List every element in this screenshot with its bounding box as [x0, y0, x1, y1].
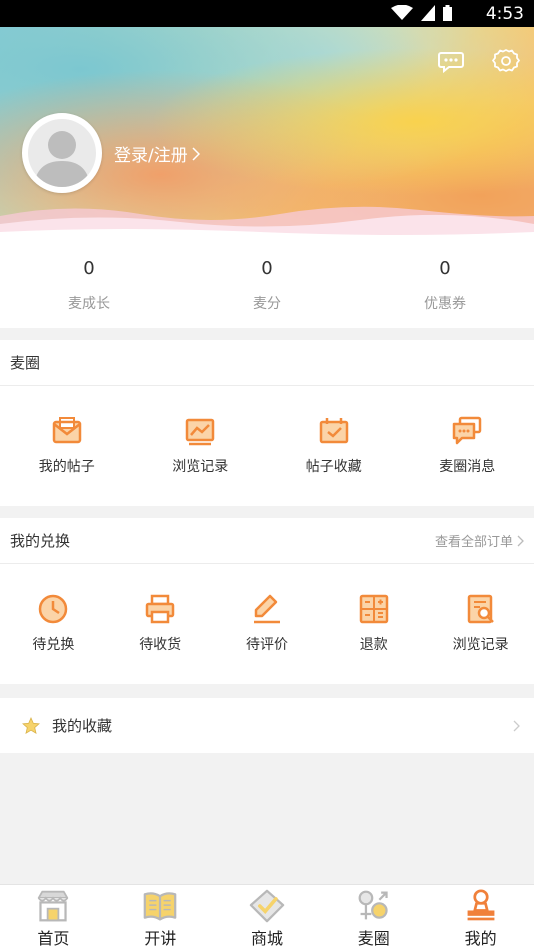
login-register-link[interactable]: 登录/注册	[114, 141, 200, 166]
gear-icon[interactable]	[492, 47, 520, 75]
stat-label: 麦成长	[68, 296, 110, 312]
maiquan-header: 麦圈	[0, 340, 534, 386]
calculator-icon	[359, 594, 389, 624]
chevron-right-icon	[517, 535, 524, 546]
tab-home[interactable]: 首页	[0, 885, 107, 949]
tab-mine[interactable]: 我的	[427, 885, 534, 949]
pending-receipt-button[interactable]: 待收货	[107, 592, 214, 654]
battery-icon	[443, 5, 452, 21]
avatar[interactable]	[22, 113, 102, 193]
grid-item-label: 帖子收藏	[305, 459, 362, 475]
post-favorites-button[interactable]: 帖子收藏	[267, 414, 401, 476]
tab-label: 商城	[250, 929, 283, 948]
pending-exchange-button[interactable]: 待兑换	[0, 592, 107, 654]
maiquan-messages-button[interactable]: 麦圈消息	[401, 414, 534, 476]
browse-history-icon	[186, 418, 215, 446]
favorites-label: 我的收藏	[52, 717, 113, 735]
view-all-orders-label: 查看全部订单	[434, 535, 513, 550]
grid-item-label: 待收货	[139, 637, 182, 653]
bottom-tab-bar: 首页 开讲 商城 麦圈 我的	[0, 884, 534, 949]
grid-item-label: 麦圈消息	[439, 459, 496, 475]
status-bar: 4:53	[0, 0, 534, 27]
book-icon	[143, 892, 177, 921]
stat-value: 0	[261, 258, 273, 279]
tab-label: 麦圈	[357, 929, 390, 948]
message-icon	[453, 416, 482, 445]
my-favorites-row[interactable]: 我的收藏	[0, 698, 534, 753]
clock-icon	[39, 594, 68, 624]
star-icon	[22, 716, 40, 734]
stat-label: 麦分	[253, 296, 281, 312]
clock-time: 4:53	[485, 4, 524, 24]
search-doc-icon	[467, 594, 494, 624]
my-posts-button[interactable]: 我的帖子	[0, 414, 134, 476]
chevron-right-icon	[513, 720, 520, 731]
stat-value: 0	[439, 258, 451, 279]
header-wave	[0, 206, 534, 238]
section-title: 我的兑换	[10, 532, 71, 550]
maiquan-section: 麦圈 我的帖子 浏览记录 帖子收藏 麦圈消息	[0, 340, 534, 506]
stat-label: 优惠券	[424, 296, 466, 312]
stat-value: 0	[83, 258, 95, 279]
exchange-header: 我的兑换 查看全部订单	[0, 518, 534, 564]
refund-button[interactable]: 退款	[320, 592, 427, 654]
stat-points[interactable]: 0 麦分	[178, 238, 356, 328]
exchange-browse-history-button[interactable]: 浏览记录	[427, 592, 534, 654]
post-favorite-icon	[319, 418, 348, 444]
profile-header: 登录/注册	[0, 27, 534, 238]
pending-review-button[interactable]: 待评价	[214, 592, 321, 654]
grid-item-label: 待评价	[245, 637, 288, 653]
grid-item-label: 浏览记录	[452, 637, 509, 653]
grid-item-label: 退款	[359, 637, 388, 653]
tab-label: 开讲	[144, 929, 177, 948]
post-icon	[52, 417, 81, 444]
grid-item-label: 待兑换	[32, 637, 75, 653]
grid-item-label: 浏览记录	[172, 459, 229, 475]
view-all-orders-link[interactable]: 查看全部订单	[435, 531, 524, 550]
wifi-icon	[391, 5, 413, 20]
browse-history-button[interactable]: 浏览记录	[134, 414, 268, 476]
tag-icon	[249, 889, 285, 923]
chat-icon[interactable]	[437, 47, 465, 75]
signal-icon	[421, 5, 435, 21]
tab-label: 我的	[464, 929, 497, 948]
default-avatar-icon	[34, 131, 90, 187]
login-label: 登录/注册	[114, 146, 188, 166]
stat-coupons[interactable]: 0 优惠券	[356, 238, 534, 328]
chevron-right-icon	[192, 146, 200, 161]
stat-growth[interactable]: 0 麦成长	[0, 238, 178, 328]
exchange-section: 我的兑换 查看全部订单 待兑换 待收货 待评价 退款 浏览记录	[0, 518, 534, 684]
printer-icon	[145, 594, 175, 624]
tab-label: 首页	[37, 929, 70, 948]
tab-maiquan[interactable]: 麦圈	[320, 885, 427, 949]
stamp-icon	[467, 889, 494, 921]
pen-icon	[253, 594, 280, 624]
grid-item-label: 我的帖子	[38, 459, 95, 475]
tab-lecture[interactable]: 开讲	[107, 885, 214, 949]
shop-icon	[38, 890, 69, 922]
tab-mall[interactable]: 商城	[214, 885, 321, 949]
section-title: 麦圈	[10, 354, 41, 372]
circle-people-icon	[358, 890, 388, 920]
stats-bar: 0 麦成长 0 麦分 0 优惠券	[0, 238, 534, 328]
